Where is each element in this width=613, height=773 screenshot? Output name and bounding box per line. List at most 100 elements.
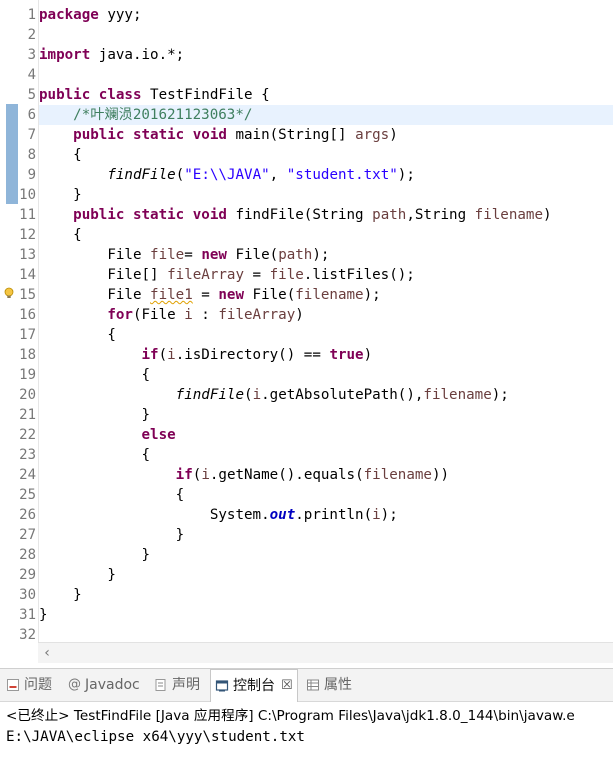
code-text: .getAbsolutePath(), <box>261 387 424 403</box>
line-number: 27 <box>19 527 36 543</box>
code-line-21[interactable]: } <box>39 405 613 425</box>
code-text: = <box>192 287 219 303</box>
code-text: File( <box>226 247 279 263</box>
line-number: 10 <box>19 187 36 203</box>
local-variable: file <box>269 267 304 283</box>
scroll-left-arrow-icon[interactable]: ‹ <box>38 643 56 663</box>
code-text: } <box>39 407 151 423</box>
code-line-26[interactable]: System.out.println(i); <box>39 505 613 525</box>
code-text: : <box>192 307 219 323</box>
code-text: ) <box>389 127 398 143</box>
code-line-23[interactable]: { <box>39 445 613 465</box>
string-literal: "student.txt" <box>286 167 398 183</box>
tab-properties[interactable]: 属性 <box>306 669 352 701</box>
code-text: { <box>39 447 151 463</box>
code-text: { <box>39 147 82 163</box>
code-text: ) <box>543 207 552 223</box>
static-field: out <box>269 507 296 523</box>
code-line-18[interactable]: if(i.isDirectory() == true) <box>39 345 613 365</box>
tab-javadoc[interactable]: @ Javadoc <box>68 669 140 701</box>
keyword: if <box>141 347 159 363</box>
keyword: import <box>39 47 91 63</box>
line-number: 28 <box>19 547 36 563</box>
code-line-12[interactable]: { <box>39 225 613 245</box>
parameter: path <box>278 247 313 263</box>
code-line-20[interactable]: findFile(i.getAbsolutePath(),filename); <box>39 385 613 405</box>
keyword: else <box>141 427 176 443</box>
code-text: { <box>39 327 116 343</box>
code-text: .isDirectory() == <box>175 347 330 363</box>
line-number: 17 <box>19 327 36 343</box>
line-number: 14 <box>19 267 36 283</box>
parameter: filename <box>363 467 432 483</box>
line-number: 8 <box>27 147 36 163</box>
unused-variable-warning[interactable]: file1 <box>150 287 193 303</box>
code-text: { <box>39 487 185 503</box>
line-number: 2 <box>27 27 36 43</box>
tab-problems[interactable]: 问题 <box>6 669 52 701</box>
code-line-1[interactable]: package yyy; <box>39 5 613 25</box>
keyword: public <box>73 207 125 223</box>
code-line-27[interactable]: } <box>39 525 613 545</box>
code-line-22[interactable]: else <box>39 425 613 445</box>
code-line-7[interactable]: public static void main(String[] args) <box>39 125 613 145</box>
local-variable: i <box>167 347 176 363</box>
code-text: = <box>244 267 270 283</box>
code-line-3[interactable]: import java.io.*; <box>39 45 613 65</box>
code-line-29[interactable]: } <box>39 565 613 585</box>
local-variable: fileArray <box>218 307 296 323</box>
code-line-17[interactable]: { <box>39 325 613 345</box>
code-line-6-current[interactable]: /*叶斓涢201621123063*/ <box>39 105 613 125</box>
line-number: 20 <box>19 387 36 403</box>
tab-label: 控制台 <box>233 678 275 694</box>
tab-declaration[interactable]: 声明 <box>154 669 200 701</box>
code-line-24[interactable]: if(i.getName().equals(filename)) <box>39 465 613 485</box>
line-number: 23 <box>19 447 36 463</box>
line-number: 7 <box>27 127 36 143</box>
code-line-31[interactable]: } <box>39 605 613 625</box>
close-tab-icon[interactable]: ☒ <box>281 670 293 702</box>
code-editor[interactable]: 1 2 3 4 5 6 7 8 9 10 11 12 13 14 15 16 1… <box>0 0 613 642</box>
keyword: void <box>192 207 227 223</box>
code-text: findFile(String <box>226 207 373 223</box>
console-terminated-status: <已终止> TestFindFile [Java 应用程序] C:\Progra… <box>6 708 575 724</box>
keyword: for <box>107 307 133 323</box>
code-text: (File <box>132 307 185 323</box>
code-text: } <box>39 587 82 603</box>
code-line-5[interactable]: public class TestFindFile { <box>39 85 613 105</box>
code-line-14[interactable]: File[] fileArray = file.listFiles(); <box>39 265 613 285</box>
tab-console[interactable]: 控制台 ☒ <box>210 669 298 702</box>
code-line-19[interactable]: { <box>39 365 613 385</box>
line-number: 26 <box>19 507 36 523</box>
code-line-28[interactable]: } <box>39 545 613 565</box>
line-number: 6 <box>27 107 36 123</box>
console-output-line[interactable]: E:\JAVA\eclipse x64\yyy\student.txt <box>6 727 305 747</box>
code-line-8[interactable]: { <box>39 145 613 165</box>
local-variable: fileArray <box>167 267 244 283</box>
bottom-panel: 问题 @ Javadoc 声明 控制台 ☒ 属性 <已终止> TestFindF… <box>0 668 613 773</box>
local-variable: i <box>201 467 210 483</box>
parameter: filename <box>295 287 364 303</box>
line-number: 32 <box>19 627 36 642</box>
code-line-10[interactable]: } <box>39 185 613 205</box>
declaration-icon <box>155 679 166 691</box>
keyword: static <box>132 207 185 223</box>
code-line-16[interactable]: for(File i : fileArray) <box>39 305 613 325</box>
line-number: 19 <box>19 367 36 383</box>
code-line-15[interactable]: File file1 = new File(filename); <box>39 285 613 305</box>
line-number: 30 <box>19 587 36 603</box>
code-line-30[interactable]: } <box>39 585 613 605</box>
code-line-11[interactable]: public static void findFile(String path,… <box>39 205 613 225</box>
code-line-9[interactable]: findFile("E:\\JAVA", "student.txt"); <box>39 165 613 185</box>
horizontal-scrollbar[interactable]: ‹ <box>38 642 613 663</box>
keyword: static <box>132 127 185 143</box>
keyword: true <box>329 347 364 363</box>
code-text: ); <box>363 287 381 303</box>
code-line-13[interactable]: File file= new File(path); <box>39 245 613 265</box>
keyword: if <box>175 467 193 483</box>
code-line-25[interactable]: { <box>39 485 613 505</box>
